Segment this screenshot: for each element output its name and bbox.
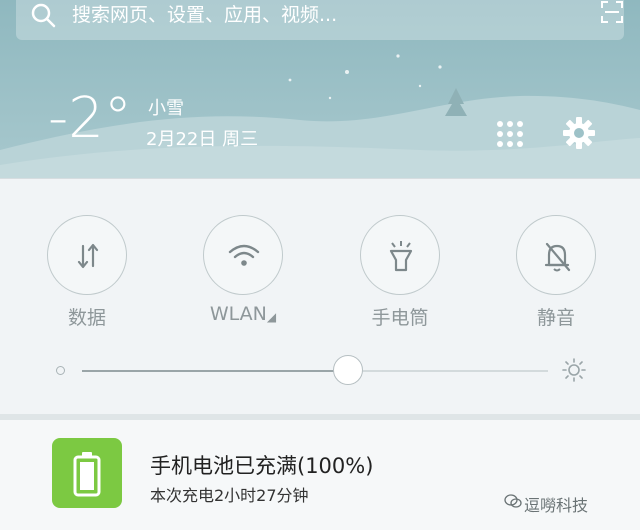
- temperature: -2°: [48, 86, 132, 151]
- search-bar[interactable]: 搜索网页、设置、应用、视频...: [16, 0, 624, 40]
- toggle-flashlight[interactable]: [360, 215, 440, 295]
- battery-notification[interactable]: 手机电池已充满(100%) 本次充电2小时27分钟 逗嘮科技: [0, 420, 640, 530]
- flashlight-icon: [389, 241, 413, 272]
- weather-date: 2月22日 周三: [146, 129, 259, 150]
- notification-subtitle: 本次充电2小时27分钟: [150, 486, 309, 505]
- brightness-slider[interactable]: [82, 370, 548, 372]
- data-arrows-icon: [77, 243, 99, 269]
- toggle-data-label: 数据: [67, 307, 106, 329]
- toggle-wlan[interactable]: [203, 215, 283, 295]
- app-grid-icon[interactable]: [496, 120, 524, 148]
- scan-icon[interactable]: [600, 0, 624, 24]
- battery-icon: [73, 452, 101, 497]
- quick-settings-panel: 数据 WLAN◢ 手电筒 静音: [0, 178, 640, 415]
- notification-title: 手机电池已充满(100%): [150, 454, 374, 478]
- bell-muted-icon: [544, 242, 571, 272]
- search-icon: [31, 3, 56, 28]
- search-input[interactable]: 搜索网页、设置、应用、视频...: [72, 0, 337, 27]
- brightness-max-icon: [562, 358, 586, 382]
- toggle-mute[interactable]: [516, 215, 596, 295]
- wechat-icon: [504, 494, 522, 508]
- toggle-data[interactable]: [47, 215, 127, 295]
- toggle-wlan-label: WLAN◢: [209, 303, 277, 325]
- brightness-min-icon: [56, 366, 65, 375]
- toggle-mute-label: 静音: [536, 307, 575, 329]
- watermark-text: 逗嘮科技: [524, 496, 589, 515]
- toggle-flashlight-label: 手电筒: [371, 307, 429, 329]
- notification-app-icon: [52, 438, 122, 508]
- brightness-slider-thumb[interactable]: [333, 355, 363, 385]
- wifi-icon: [228, 244, 260, 266]
- gear-icon[interactable]: [562, 116, 596, 150]
- weather-condition: 小雪: [148, 98, 184, 119]
- brightness-slider-fill: [82, 370, 348, 372]
- weather-header[interactable]: 搜索网页、设置、应用、视频... -2° 小雪 2月22日 周三: [0, 0, 640, 178]
